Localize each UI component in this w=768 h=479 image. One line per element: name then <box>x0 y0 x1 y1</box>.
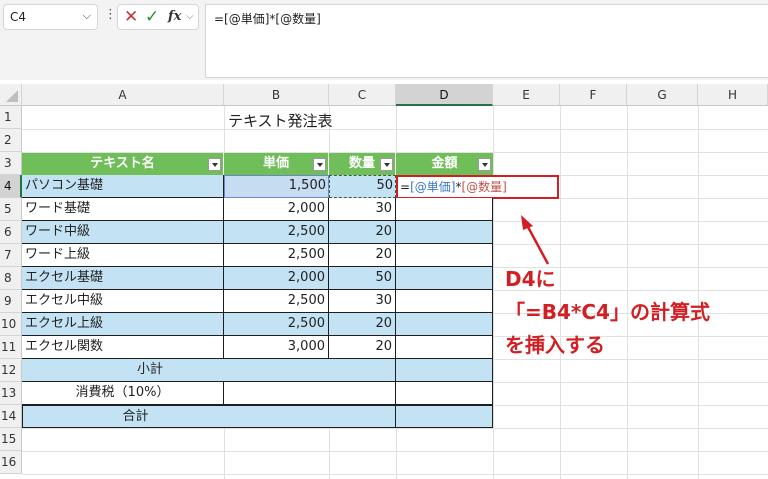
worksheet: A B C D E F G H 1 2 3 4 5 6 7 8 9 10 11 … <box>0 84 768 479</box>
more-options-icon[interactable]: ⋮ <box>104 7 117 22</box>
arrow-shaft <box>526 226 550 265</box>
function-dropdown-icon[interactable]: ⌵ <box>186 11 194 22</box>
arrow-head <box>521 215 533 230</box>
callout-line-1: D4に <box>505 267 556 291</box>
name-box-value: C4 <box>10 10 27 24</box>
formula-input[interactable]: =[@単価]*[@数量] <box>205 4 768 78</box>
callout-line-2: 「=B4*C4」の計算式 <box>505 300 710 324</box>
check-icon[interactable]: ✓ <box>145 7 159 27</box>
formula-tools: ✕ ✓ fx ⌵ <box>117 4 199 30</box>
callout-line-3: を挿入する <box>505 333 605 357</box>
name-box[interactable]: C4 ⌵ <box>3 4 98 30</box>
name-box-dropdown-icon[interactable]: ⌵ <box>83 9 91 23</box>
function-icon[interactable]: fx <box>168 9 181 24</box>
formula-bar: C4 ⌵ ⋮ ✕ ✓ fx ⌵ =[@単価]*[@数量] <box>0 0 768 80</box>
close-icon[interactable]: ✕ <box>124 7 138 27</box>
callout-text: D4に 「=B4*C4」の計算式 を挿入する <box>505 263 710 362</box>
formula-text: =[@単価]*[@数量] <box>214 12 321 26</box>
